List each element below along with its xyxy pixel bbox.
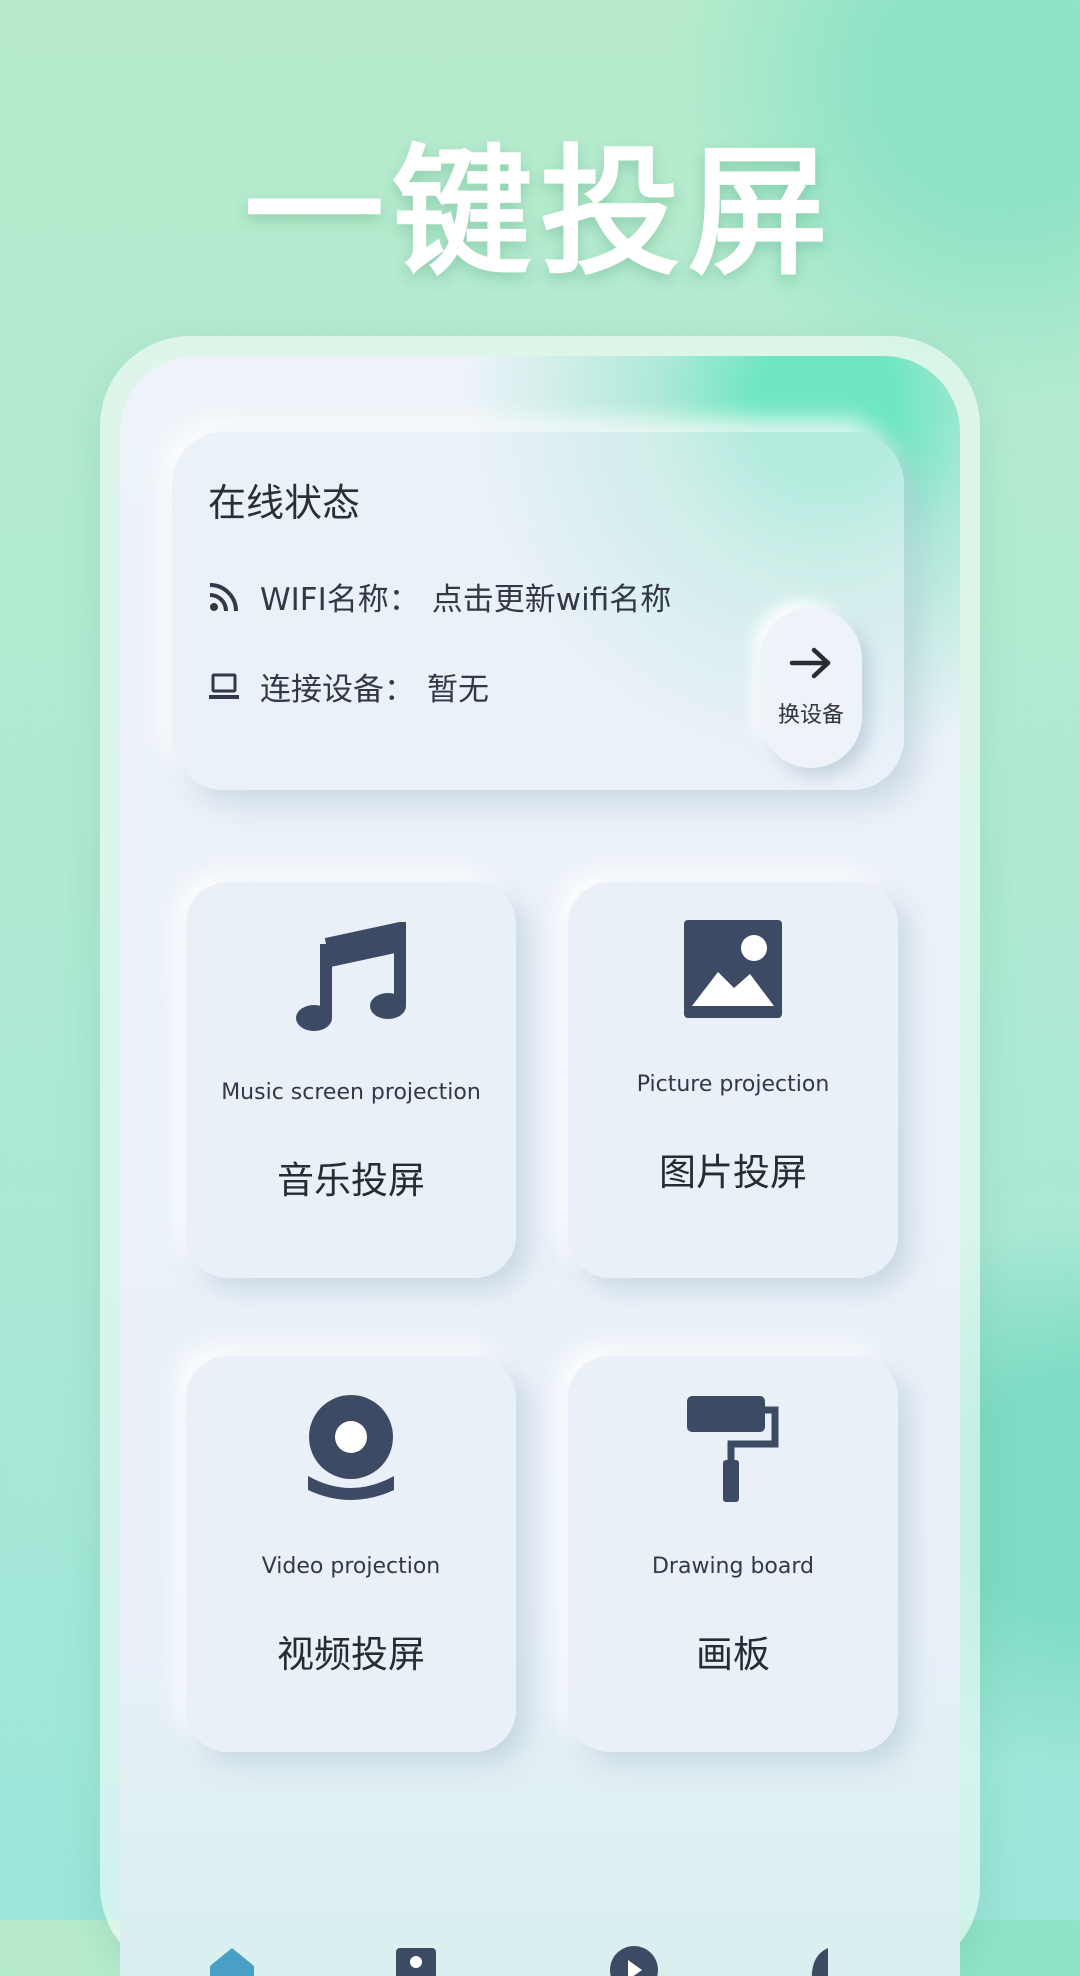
tile-en-label: Drawing board [651, 1554, 814, 1579]
paint-roller-icon [568, 1392, 898, 1504]
contact-icon[interactable] [386, 1942, 446, 1976]
switch-device-button[interactable]: 换设备 [760, 608, 862, 768]
tile-cn-label: 画板 [696, 1633, 770, 1676]
wifi-value[interactable]: 点击更新wifi名称 [432, 574, 672, 619]
wifi-icon [208, 581, 240, 613]
play-icon[interactable] [604, 1942, 664, 1976]
music-note-icon [186, 922, 516, 1034]
device-value: 暂无 [427, 672, 489, 708]
webcam-icon [186, 1392, 516, 1504]
tile-en-label: Picture projection [636, 1072, 830, 1097]
device-label: 连接设备： [260, 672, 415, 708]
music-projection-tile[interactable]: Music screen projection 音乐投屏 [186, 882, 516, 1278]
leaf-icon[interactable] [788, 1942, 848, 1976]
tile-en-label: Video projection [261, 1554, 441, 1579]
phone-screen: 在线状态 WIFI名称： 点击更新wifi名称 连接设备： 暂无 换设备 Mus… [120, 356, 960, 1976]
laptop-icon [208, 671, 240, 703]
picture-icon [568, 920, 898, 1018]
tile-cn-label: 视频投屏 [277, 1633, 425, 1676]
wifi-row[interactable]: WIFI名称： 点击更新wifi名称 [208, 574, 671, 619]
status-title: 在线状态 [208, 481, 361, 525]
device-row: 连接设备： 暂无 [208, 664, 489, 709]
arrow-right-icon [788, 647, 834, 679]
hero-title: 一键投屏 [243, 132, 836, 295]
home-icon[interactable] [202, 1942, 262, 1976]
bottom-nav [120, 1916, 960, 1976]
switch-device-label: 换设备 [777, 703, 844, 728]
picture-projection-tile[interactable]: Picture projection 图片投屏 [568, 882, 898, 1278]
drawing-board-tile[interactable]: Drawing board 画板 [568, 1356, 898, 1752]
wifi-label: WIFI名称： [260, 582, 420, 618]
phone-frame: 在线状态 WIFI名称： 点击更新wifi名称 连接设备： 暂无 换设备 Mus… [100, 336, 980, 1976]
tile-en-label: Music screen projection [221, 1080, 481, 1105]
tile-cn-label: 图片投屏 [659, 1151, 807, 1194]
tile-cn-label: 音乐投屏 [277, 1159, 425, 1202]
video-projection-tile[interactable]: Video projection 视频投屏 [186, 1356, 516, 1752]
online-status-card: 在线状态 WIFI名称： 点击更新wifi名称 连接设备： 暂无 换设备 [172, 432, 904, 790]
